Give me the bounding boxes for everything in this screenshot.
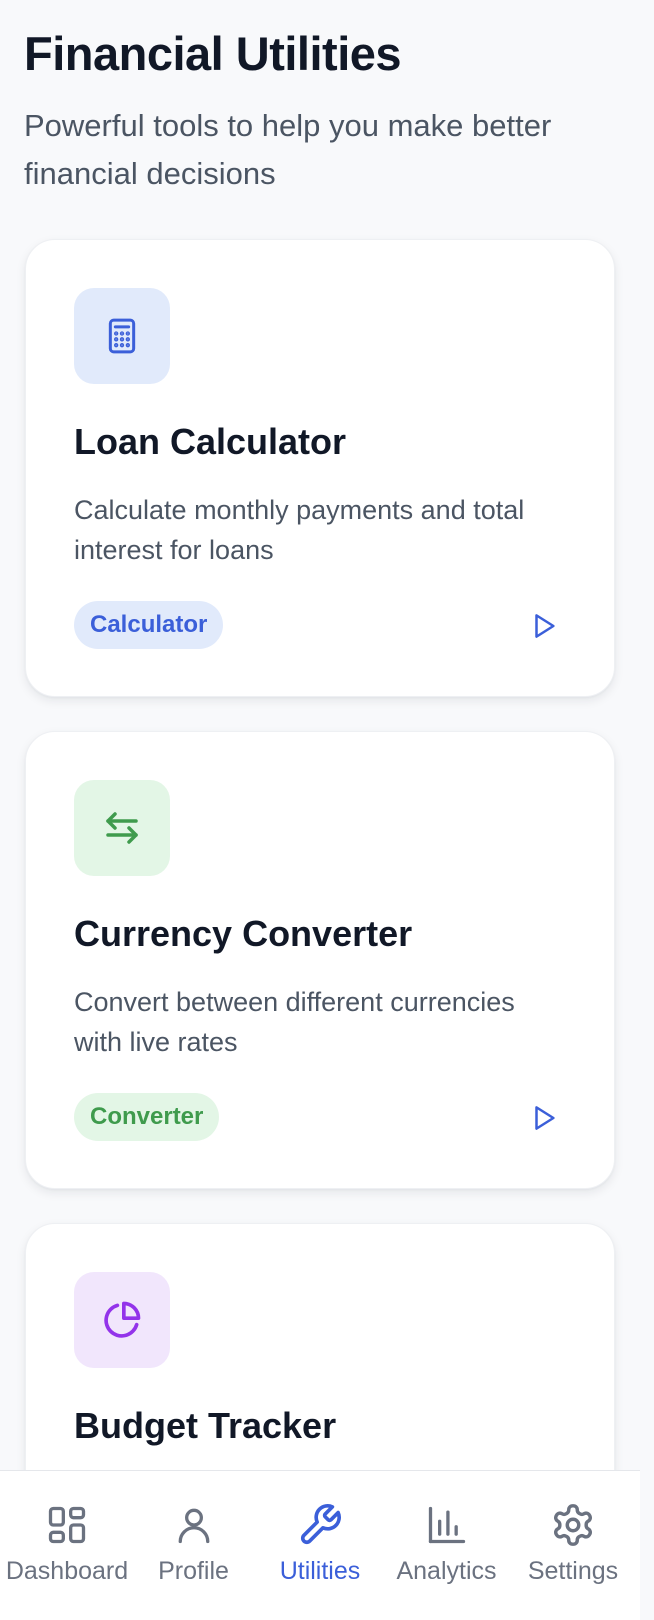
dashboard-icon: [43, 1501, 91, 1549]
utilities-page: Financial Utilities Powerful tools to he…: [0, 0, 654, 1620]
swap-arrows-icon: [74, 780, 170, 876]
card-description: Convert between different currencies wit…: [74, 987, 515, 1057]
page-subtitle: Powerful tools to help you make better f…: [24, 108, 552, 191]
nav-label: Settings: [527, 1557, 619, 1585]
calculator-icon: [74, 288, 170, 384]
nav-label: Analytics: [396, 1557, 497, 1585]
category-badge: Calculator: [74, 601, 224, 649]
gear-icon: [549, 1501, 597, 1549]
nav-item-analytics[interactable]: Analytics: [388, 1471, 506, 1620]
nav-label: Dashboard: [5, 1557, 129, 1585]
card-description: Calculate monthly payments and total int…: [74, 495, 525, 565]
nav-item-profile[interactable]: Profile: [135, 1471, 253, 1620]
bottom-nav: Dashboard Profile Utilities Analytics Se…: [0, 1470, 640, 1620]
category-badge: Converter: [74, 1093, 220, 1141]
play-icon[interactable]: [524, 606, 564, 646]
card-title: Budget Tracker: [74, 1405, 337, 1446]
nav-item-dashboard[interactable]: Dashboard: [5, 1471, 129, 1620]
wrench-icon: [296, 1501, 344, 1549]
card-title: Currency Converter: [74, 913, 413, 954]
nav-label: Utilities: [279, 1557, 361, 1585]
currency-converter-card[interactable]: Currency Converter Convert between diffe…: [25, 731, 615, 1189]
user-icon: [170, 1501, 218, 1549]
loan-calculator-card[interactable]: Loan Calculator Calculate monthly paymen…: [25, 239, 615, 697]
page-header: Financial Utilities Powerful tools to he…: [24, 26, 624, 198]
pie-chart-icon: [74, 1272, 170, 1368]
nav-item-settings[interactable]: Settings: [514, 1471, 632, 1620]
nav-item-utilities[interactable]: Utilities: [261, 1471, 379, 1620]
play-icon[interactable]: [524, 1098, 564, 1138]
bar-chart-icon: [423, 1501, 471, 1549]
nav-label: Profile: [158, 1557, 229, 1585]
card-title: Loan Calculator: [74, 421, 347, 462]
page-title: Financial Utilities: [24, 27, 402, 80]
